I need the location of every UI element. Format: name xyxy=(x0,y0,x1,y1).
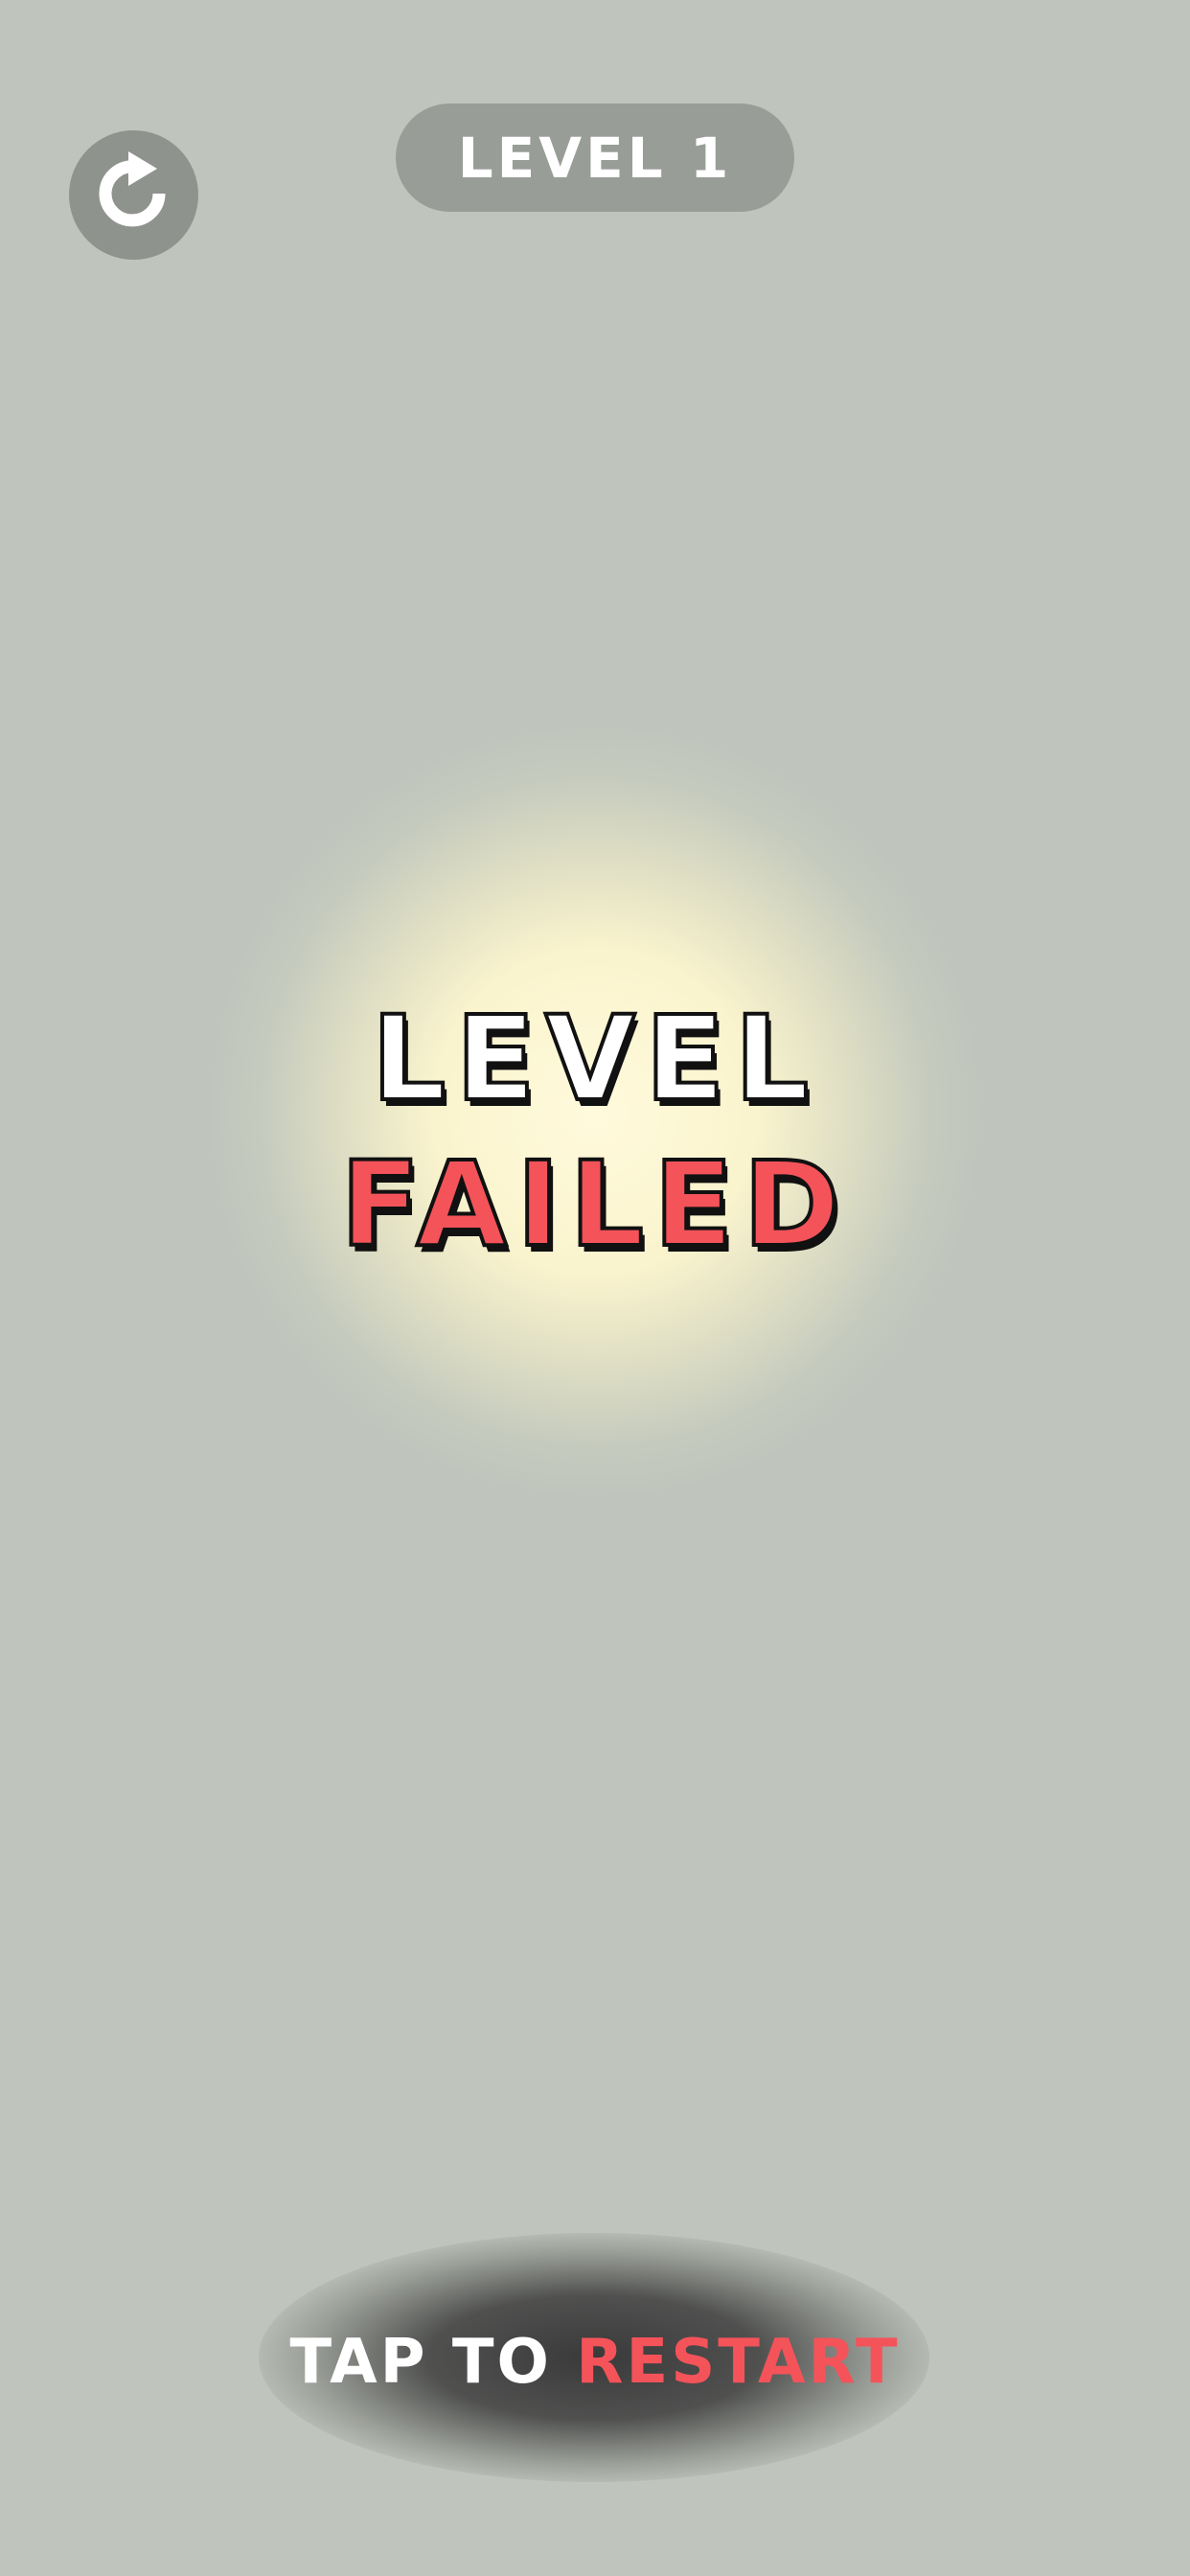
tap-to-restart-button[interactable]: TAP TO RESTART xyxy=(0,2324,1190,2401)
restart-icon xyxy=(99,150,165,226)
tap-action-text: RESTART xyxy=(576,2327,901,2398)
result-title-failed: FAILED xyxy=(338,1137,850,1273)
level-label: LEVEL 1 xyxy=(457,125,733,191)
result-title-level: LEVEL xyxy=(370,991,819,1127)
restart-button[interactable] xyxy=(69,130,198,260)
level-indicator: LEVEL 1 xyxy=(396,104,794,212)
game-screen[interactable]: LEVEL 1 LEVEL FAILED TAP TO RESTART xyxy=(0,0,1190,2576)
tap-prefix-text: TAP TO xyxy=(289,2327,577,2398)
